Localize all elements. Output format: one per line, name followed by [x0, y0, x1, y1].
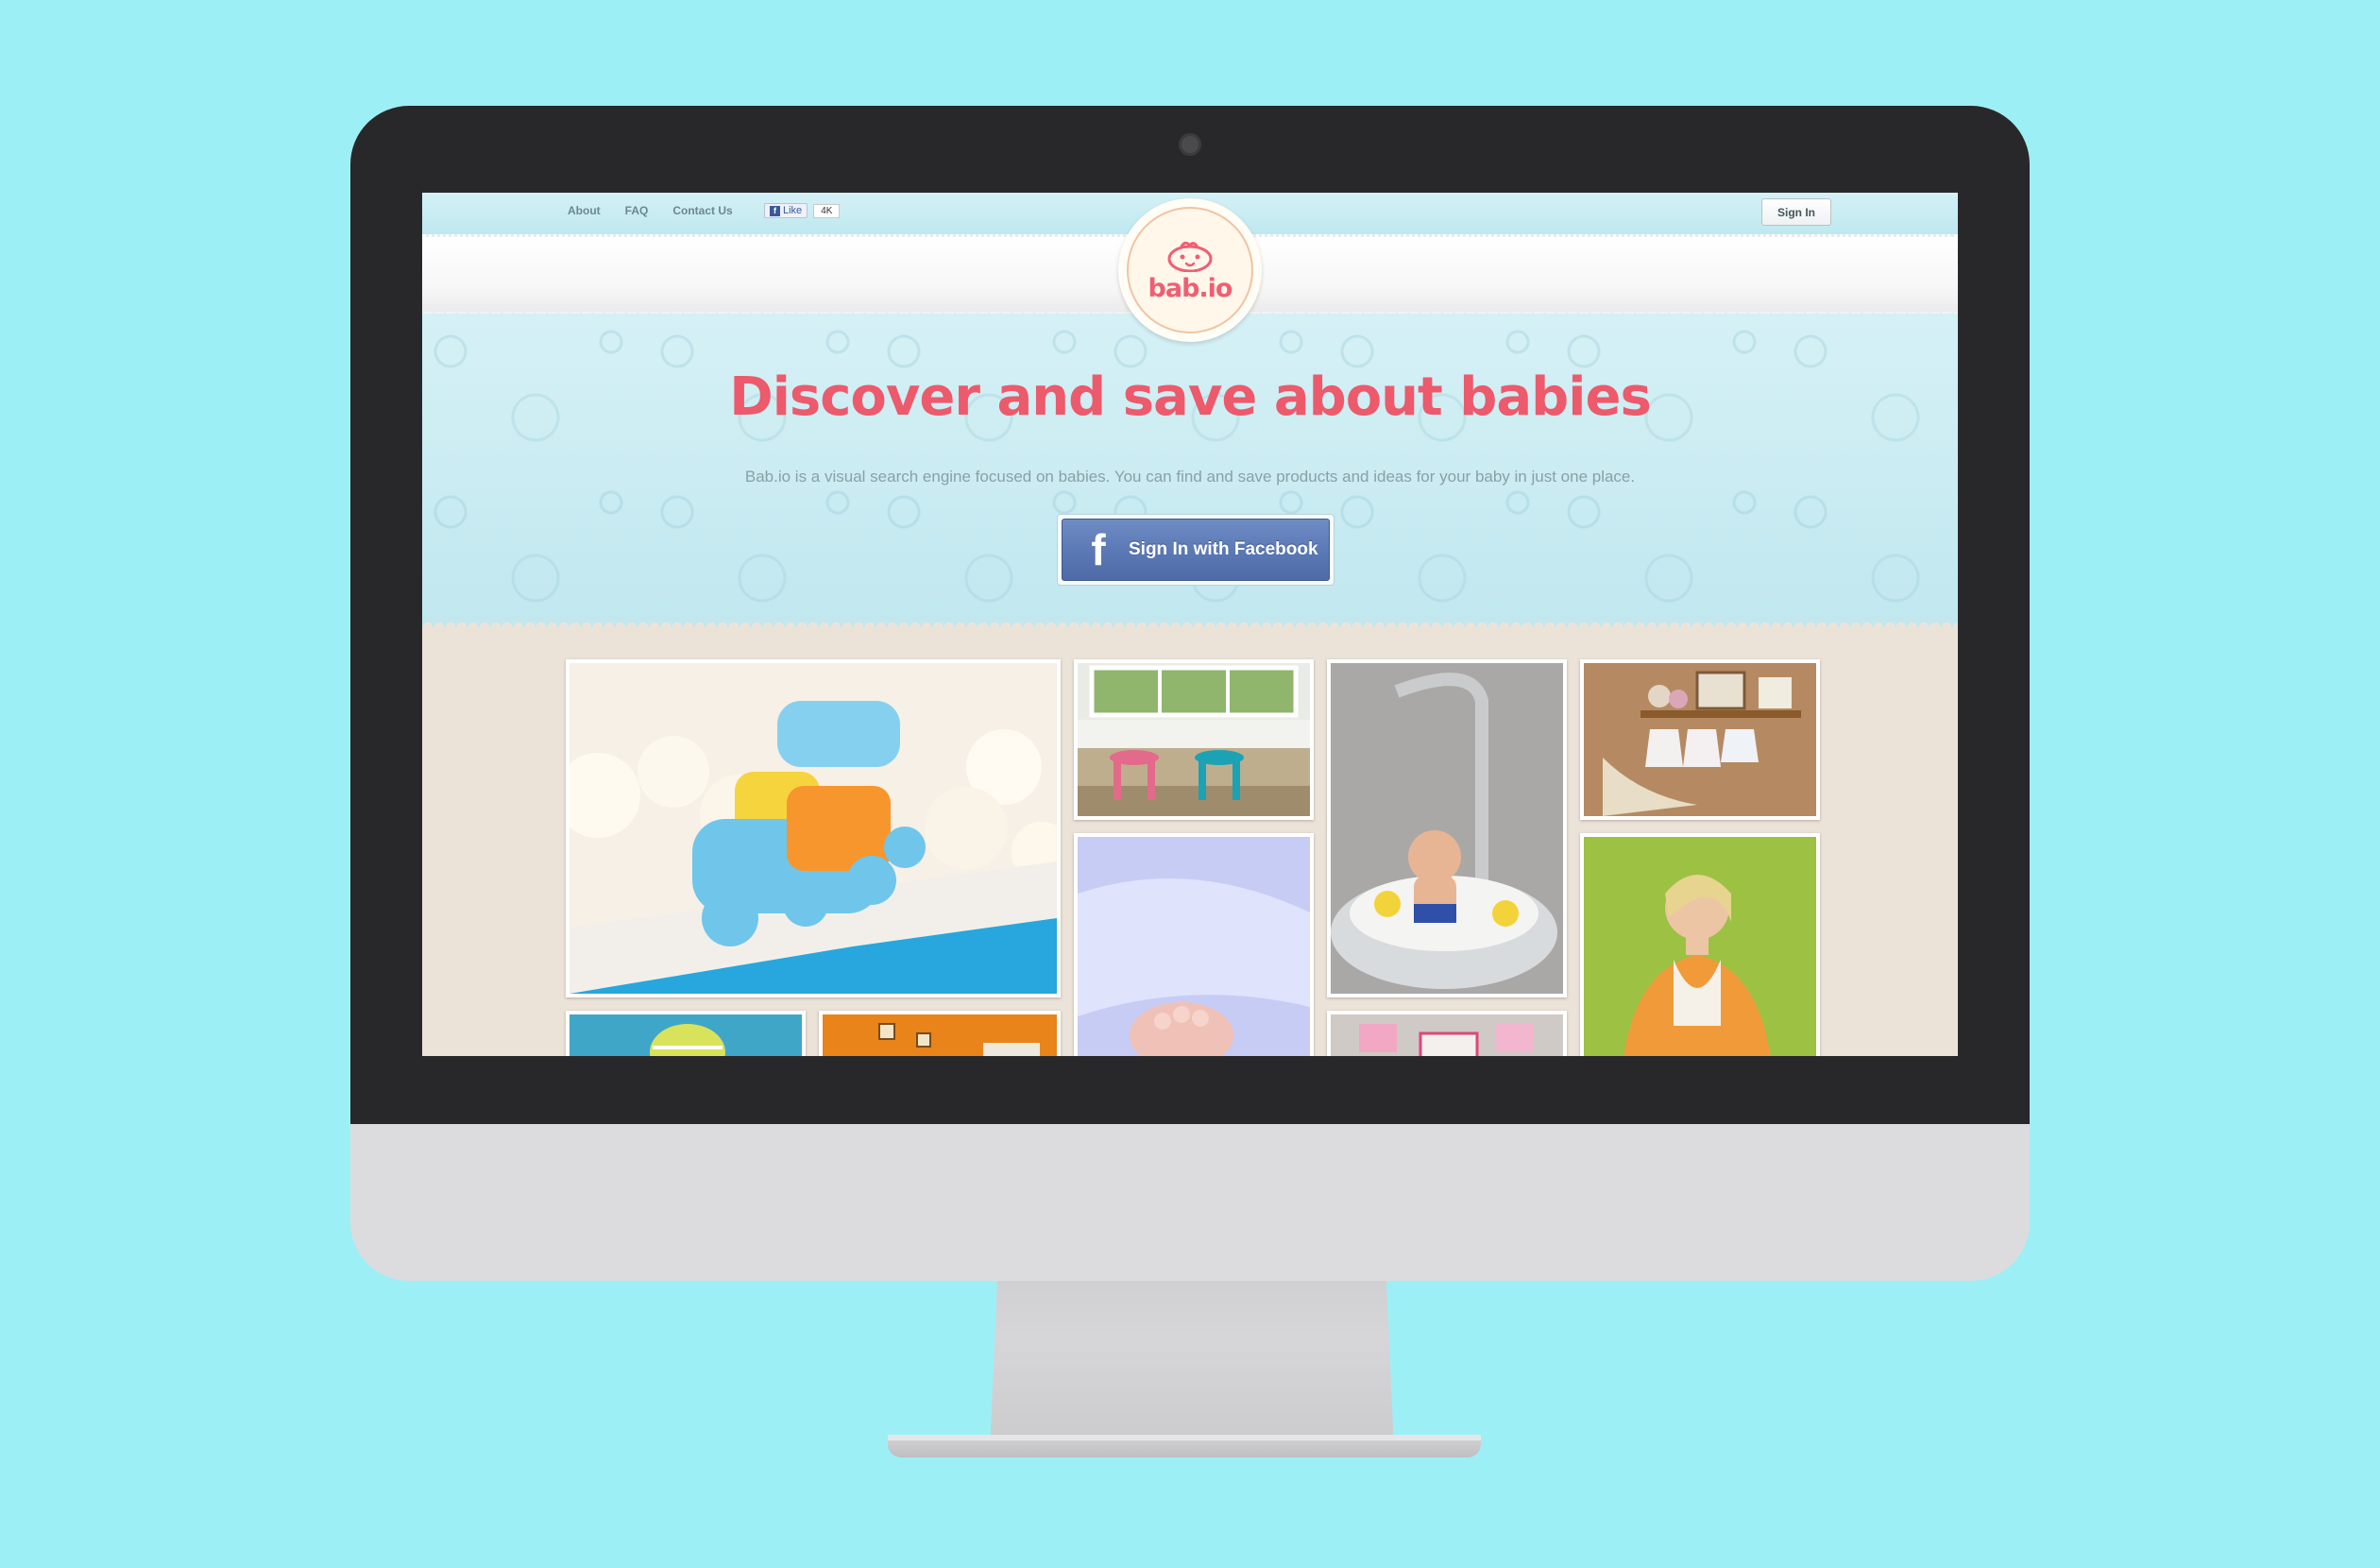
nursery-shelf-onesies-photo[interactable] — [1580, 659, 1820, 820]
nav-about-link[interactable]: About — [568, 204, 601, 217]
facebook-like-widget: f Like 4K — [764, 203, 841, 218]
hero-title: Discover and save about babies — [729, 366, 1652, 428]
browser-screen: About FAQ Contact Us f Like 4K Sign In D… — [422, 193, 1958, 1056]
facebook-f-icon: f — [1091, 525, 1106, 574]
baby-cookies-photo[interactable] — [1327, 1011, 1567, 1056]
facebook-signin-frame: f Sign In with Facebook — [1057, 514, 1334, 586]
pregnant-woman-image — [1584, 837, 1816, 1056]
bath-cake-image — [1331, 663, 1563, 994]
monitor-stand — [990, 1266, 1394, 1450]
knit-hat-photo[interactable] — [566, 1011, 806, 1056]
nursery-shelf-image — [1584, 663, 1816, 816]
nav-faq-link[interactable]: FAQ — [625, 204, 649, 217]
logo-badge: bab.io — [1127, 207, 1253, 333]
facebook-like-button[interactable]: f Like — [764, 203, 808, 218]
hero-section: Discover and save about babies Bab.io is… — [422, 314, 1958, 627]
kids-stools-window-photo[interactable] — [1074, 659, 1314, 820]
facebook-signin-button[interactable]: f Sign In with Facebook — [1062, 519, 1330, 581]
baby-feet-image — [1078, 837, 1310, 1056]
hero-subtitle: Bab.io is a visual search engine focused… — [744, 468, 1636, 486]
baby-face-icon — [1167, 241, 1213, 272]
nav-links: About FAQ Contact Us — [568, 204, 733, 217]
like-label: Like — [783, 205, 803, 216]
facebook-icon: f — [770, 205, 780, 216]
toy-train-cake-photo[interactable] — [566, 659, 1061, 997]
stools-image — [1078, 663, 1310, 816]
sign-in-button[interactable]: Sign In — [1761, 198, 1831, 226]
nav-contact-link[interactable]: Contact Us — [672, 204, 732, 217]
like-count: 4K — [813, 203, 841, 218]
bab-io-logo[interactable]: bab.io — [1118, 198, 1262, 342]
baby-cookies-image — [1331, 1014, 1563, 1056]
pregnant-woman-photo[interactable] — [1580, 833, 1820, 1056]
baby-feet-blanket-photo[interactable] — [1074, 833, 1314, 1056]
orange-nursery-image — [823, 1014, 1057, 1056]
monitor-foot — [888, 1435, 1481, 1457]
orange-nursery-photo[interactable] — [819, 1011, 1061, 1056]
camera-icon — [1179, 133, 1201, 156]
facebook-signin-label: Sign In with Facebook — [1129, 539, 1318, 559]
baby-bath-cake-photo[interactable] — [1327, 659, 1567, 997]
knit-hat-image — [570, 1014, 802, 1056]
logo-text: bab.io — [1148, 273, 1233, 303]
toy-train-image — [566, 663, 1061, 994]
